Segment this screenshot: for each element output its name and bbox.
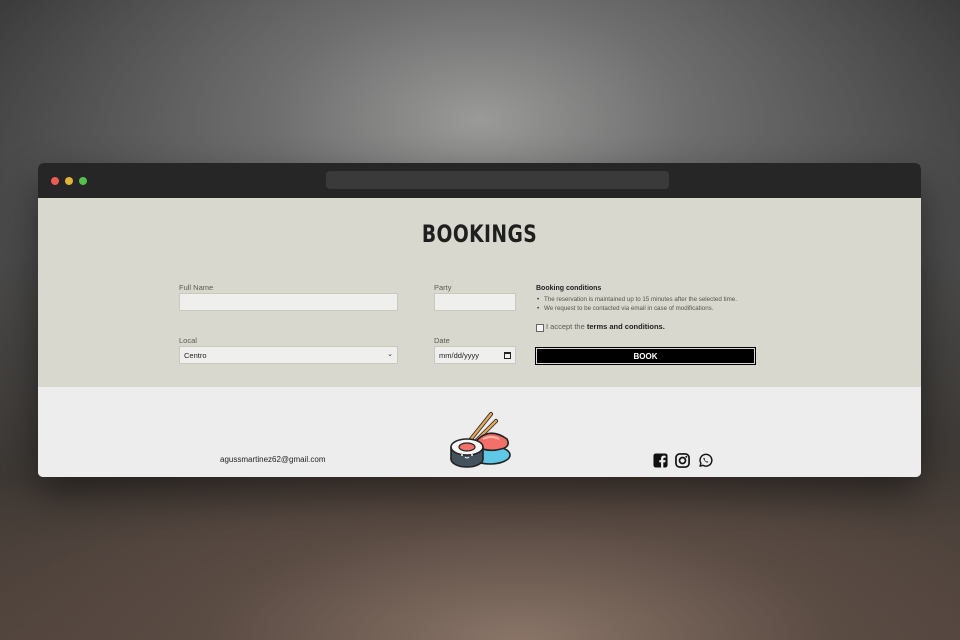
close-window-button[interactable] (51, 177, 59, 185)
date-input[interactable]: mm/dd/yyyy (434, 346, 516, 364)
terms-checkbox[interactable] (536, 324, 544, 332)
window-titlebar (38, 163, 921, 198)
whatsapp-icon[interactable] (698, 453, 713, 468)
date-placeholder: mm/dd/yyyy (439, 350, 480, 360)
footer: agussmartinez62@gmail.com (38, 387, 921, 477)
browser-window: BOOKINGS Full Name Party Local Centro ⌄ … (38, 163, 921, 477)
address-bar[interactable] (326, 171, 669, 189)
local-select[interactable]: Centro ⌄ (179, 346, 398, 364)
terms-link[interactable]: terms and conditions. (587, 322, 665, 331)
chevron-down-icon: ⌄ (387, 351, 393, 358)
local-selected-value: Centro (184, 350, 207, 360)
minimize-window-button[interactable] (65, 177, 73, 185)
conditions-title: Booking conditions (536, 285, 602, 292)
facebook-icon[interactable] (653, 453, 668, 468)
terms-accept-text: I accept the terms and conditions. (546, 322, 665, 331)
condition-item: The reservation is maintained up to 15 m… (536, 295, 737, 304)
date-label: Date (434, 336, 450, 345)
condition-item: We request to be contacted via email in … (536, 304, 737, 313)
bookings-section: BOOKINGS Full Name Party Local Centro ⌄ … (38, 198, 921, 387)
calendar-icon[interactable] (504, 352, 511, 359)
page-title: BOOKINGS (421, 220, 538, 248)
conditions-list: The reservation is maintained up to 15 m… (536, 295, 737, 313)
full-name-input[interactable] (179, 293, 398, 311)
local-label: Local (179, 336, 197, 345)
maximize-window-button[interactable] (79, 177, 87, 185)
party-label: Party (434, 283, 452, 292)
party-input[interactable] (434, 293, 516, 311)
contact-email: agussmartinez62@gmail.com (220, 455, 326, 464)
sushi-logo-icon (450, 412, 511, 468)
full-name-label: Full Name (179, 283, 214, 292)
terms-accept-prefix: I accept the (546, 322, 587, 331)
instagram-icon[interactable] (675, 453, 690, 468)
book-button[interactable]: BOOK (535, 347, 756, 365)
